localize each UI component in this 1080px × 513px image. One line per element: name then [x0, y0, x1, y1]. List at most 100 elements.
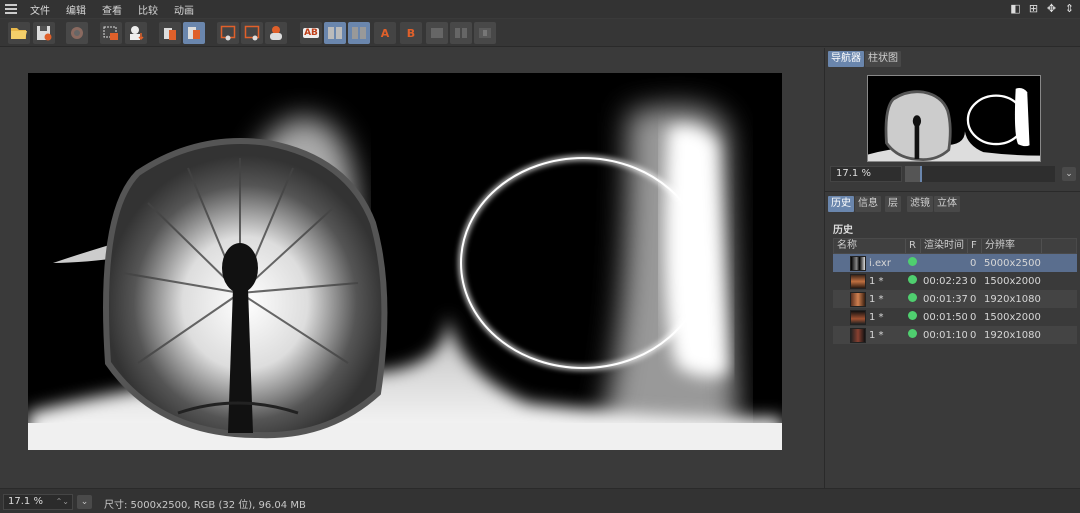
menu-edit[interactable]: 编辑 — [58, 2, 94, 17]
window-controls: ◧ ⊞ ✥ ⇕ — [1009, 2, 1076, 15]
row-name: 1 * — [869, 275, 884, 287]
table-row[interactable]: 1 * 00:01:50 0 1500x2000 — [833, 308, 1077, 326]
copy-layers-button[interactable] — [159, 22, 181, 44]
status-dot-icon — [908, 257, 917, 266]
row-render-time: 00:02:23 — [923, 275, 967, 287]
frame-alt-icon — [244, 25, 260, 41]
frame-icon — [220, 25, 236, 41]
row-f: 0 — [970, 329, 977, 341]
ab-compare-icon: AB — [303, 28, 319, 38]
row-f: 0 — [970, 275, 977, 287]
move-icon[interactable]: ✥ — [1045, 2, 1058, 15]
menu-file[interactable]: 文件 — [22, 2, 58, 17]
menu-animation[interactable]: 动画 — [166, 2, 202, 17]
row-render-time: 00:01:50 — [923, 311, 967, 323]
toolbar: AB A B — [0, 19, 1080, 47]
layers-toggle-button[interactable] — [183, 22, 205, 44]
row-name: i.exr — [869, 257, 891, 269]
table-row[interactable]: i.exr 0 5000x2500 — [833, 254, 1077, 272]
table-row[interactable]: 1 * 00:01:37 0 1920x1080 — [833, 290, 1077, 308]
render-preview-image — [28, 73, 782, 450]
tab-layers[interactable]: 层 — [885, 196, 901, 212]
row-f: 0 — [970, 257, 977, 269]
compare-button[interactable] — [265, 22, 287, 44]
channel-alt-icon — [479, 28, 491, 38]
status-dot-icon — [908, 293, 917, 302]
thumbnail-image — [850, 255, 866, 271]
menu-compare[interactable]: 比较 — [130, 2, 166, 17]
navigator-zoom-slider[interactable] — [905, 166, 1055, 182]
channel-button-1[interactable] — [426, 22, 448, 44]
split-view-button[interactable] — [324, 22, 346, 44]
navigator-thumbnail[interactable] — [867, 75, 1041, 162]
set-b-button[interactable]: B — [400, 22, 422, 44]
row-render-time: 00:01:37 — [923, 293, 967, 305]
tab-info[interactable]: 信息 — [855, 196, 881, 212]
chevron-down-icon: ⌄ — [80, 497, 89, 507]
tab-filters[interactable]: 滤镜 — [907, 196, 933, 212]
set-b-icon: B — [406, 26, 416, 40]
panel-layout-icon[interactable]: ◧ — [1009, 2, 1022, 15]
tab-stereo[interactable]: 立体 — [934, 196, 960, 212]
row-f: 0 — [970, 293, 977, 305]
row-resolution: 1920x1080 — [984, 293, 1041, 305]
save-icon — [37, 26, 52, 41]
status-dot-icon — [908, 329, 917, 338]
navigator-zoom-dropdown[interactable]: ⌄ — [1062, 167, 1076, 181]
chevron-down-icon: ⌄ — [1065, 169, 1073, 179]
export-button[interactable] — [125, 22, 147, 44]
set-a-button[interactable]: A — [374, 22, 396, 44]
table-row[interactable]: 1 * 00:02:23 0 1500x2000 — [833, 272, 1077, 290]
column-resolution[interactable]: 分辨率 — [982, 239, 1042, 253]
swap-view-button[interactable] — [348, 22, 370, 44]
divider — [825, 191, 1080, 192]
channel-button-2[interactable] — [450, 22, 472, 44]
tab-histogram[interactable]: 柱状图 — [865, 51, 901, 67]
split-view-icon — [328, 27, 342, 39]
open-image-button[interactable] — [8, 22, 30, 44]
ab-compare-button[interactable]: AB — [300, 22, 322, 44]
history-table: 名称 R 渲染时间 F 分辨率 i.exr 0 5000x2500 1 * 00… — [833, 238, 1077, 344]
status-dot-icon — [908, 275, 917, 284]
history-title: 历史 — [833, 225, 853, 236]
compare-icon — [270, 26, 282, 40]
row-resolution: 1500x2000 — [984, 275, 1041, 287]
stop-render-button[interactable] — [66, 22, 88, 44]
view-a-button[interactable] — [217, 22, 239, 44]
image-info-text: 尺寸: 5000x2500, RGB (32 位), 96.04 MB — [104, 500, 306, 511]
navigator-preview-image — [868, 76, 1040, 161]
row-resolution: 1920x1080 — [984, 329, 1041, 341]
channel-icon — [431, 28, 443, 38]
view-b-button[interactable] — [241, 22, 263, 44]
tab-navigator[interactable]: 导航器 — [828, 51, 864, 67]
set-a-icon: A — [380, 26, 390, 40]
tab-history[interactable]: 历史 — [828, 196, 854, 212]
channel-button-3[interactable] — [474, 22, 496, 44]
row-f: 0 — [970, 311, 977, 323]
slider-knob[interactable] — [920, 166, 922, 182]
row-name: 1 * — [869, 293, 884, 305]
column-name[interactable]: 名称 — [834, 239, 906, 253]
region-render-button[interactable] — [100, 22, 122, 44]
spin-arrows-icon[interactable]: ⌃⌄ — [56, 495, 69, 509]
column-r[interactable]: R — [906, 239, 921, 253]
history-table-header: 名称 R 渲染时间 F 分辨率 — [833, 238, 1077, 254]
navigator-zoom-field[interactable]: 17.1 % — [830, 166, 902, 182]
column-f[interactable]: F — [968, 239, 982, 253]
menu-bar: 文件 编辑 查看 比较 动画 ◧ ⊞ ✥ ⇕ — [0, 0, 1080, 18]
table-row[interactable]: 1 * 00:01:10 0 1920x1080 — [833, 326, 1077, 344]
thumbnail-image — [850, 309, 866, 325]
swap-view-icon — [352, 27, 366, 39]
save-image-button[interactable] — [33, 22, 55, 44]
status-zoom-value: 17.1 % — [8, 496, 43, 507]
channel-split-icon — [455, 28, 467, 38]
hamburger-menu-icon[interactable] — [0, 4, 22, 14]
menu-view[interactable]: 查看 — [94, 2, 130, 17]
column-render-time[interactable]: 渲染时间 — [921, 239, 968, 253]
render-stop-icon — [71, 27, 83, 39]
status-zoom-dropdown[interactable]: ⌄ — [77, 495, 92, 509]
new-window-icon[interactable]: ⊞ — [1027, 2, 1040, 15]
status-zoom-field[interactable]: 17.1 % ⌃⌄ — [3, 494, 73, 510]
pin-icon[interactable]: ⇕ — [1063, 2, 1076, 15]
image-viewport[interactable] — [0, 48, 822, 488]
